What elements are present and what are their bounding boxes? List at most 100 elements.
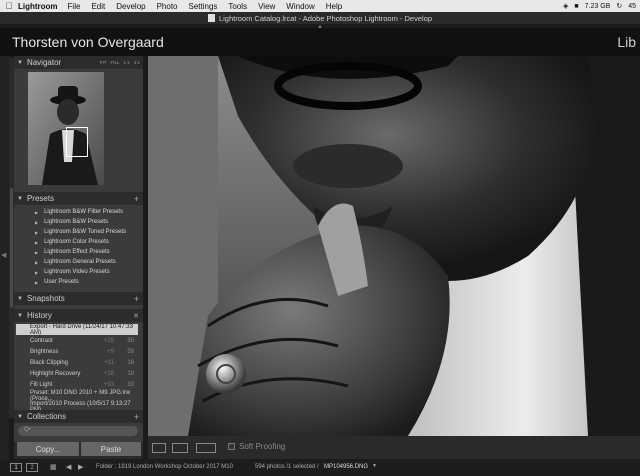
identity-name: Thorsten von Overgaard	[12, 34, 164, 50]
left-panel-edge[interactable]: ◀	[0, 56, 9, 461]
preset-folder[interactable]: ▶ Lightroom B&W Toned Presets	[19, 227, 139, 237]
menu-tools[interactable]: Tools	[228, 2, 247, 11]
preset-folder[interactable]: ▶ Lightroom B&W Filter Presets	[19, 207, 139, 217]
history-step[interactable]: Contrast +25 50	[16, 335, 138, 346]
expand-triangle-icon[interactable]: ▶	[35, 280, 38, 285]
add-preset-icon[interactable]: +	[134, 194, 139, 204]
history-step-value: 59	[127, 348, 134, 355]
preset-folder[interactable]: ▶ Lightroom Video Presets	[19, 267, 139, 277]
menu-app-name[interactable]: Lightroom	[18, 2, 58, 11]
history-step-delta: +11	[104, 359, 114, 366]
zoom-1-1[interactable]: 1:1	[123, 60, 129, 65]
photo-viewer[interactable]	[148, 56, 640, 436]
expand-triangle-icon[interactable]: ▶	[35, 270, 38, 275]
presets-header[interactable]: ▼ Presets +	[14, 192, 143, 205]
menu-file[interactable]: File	[68, 2, 81, 11]
collection-search-input[interactable]: Q•	[18, 426, 138, 436]
menu-view[interactable]: View	[258, 2, 275, 11]
clock-label[interactable]: 45	[628, 3, 636, 10]
history-step[interactable]: Brightness +9 59	[16, 346, 138, 357]
navigator-title: Navigator	[26, 58, 62, 67]
dropdown-arrow-icon[interactable]: ▼	[372, 463, 377, 469]
window-title-bar: Lightroom Catalog.lrcat - Adobe Photosho…	[0, 12, 640, 24]
soft-proofing-checkbox[interactable]	[228, 443, 235, 450]
collapse-triangle-icon[interactable]: ▼	[17, 196, 23, 202]
history-step-label: Highlight Recovery	[30, 370, 81, 377]
expand-triangle-icon[interactable]: ▶	[35, 220, 38, 225]
collapse-left-panel-icon[interactable]: ◀	[1, 251, 6, 259]
next-arrow-icon[interactable]: ▶	[78, 463, 83, 471]
expand-triangle-icon[interactable]: ▶	[35, 260, 38, 265]
menu-develop[interactable]: Develop	[116, 2, 145, 11]
history-step-delta: +33	[103, 381, 114, 388]
apple-icon[interactable]: 	[0, 1, 18, 11]
preset-folder[interactable]: ▶ Lightroom B&W Presets	[19, 217, 139, 227]
navigator-header[interactable]: ▼ Navigator FIT FILL 1:1 4:1	[14, 56, 143, 69]
loupe-view-icon[interactable]	[152, 443, 166, 453]
expand-triangle-icon[interactable]: ▶	[35, 230, 38, 235]
folder-path[interactable]: Folder : 1819 London Workshop October 20…	[96, 464, 233, 470]
search-icon: Q•	[24, 427, 31, 433]
history-step[interactable]: Preset: M10 DNG 2010 + M9 JPG.lrw (Proce…	[16, 390, 138, 402]
module-library[interactable]: Lib	[617, 34, 636, 50]
collapse-triangle-icon[interactable]: ▼	[17, 296, 23, 302]
history-step-label: Fill Light	[30, 381, 53, 388]
menu-settings[interactable]: Settings	[189, 2, 218, 11]
history-step[interactable]: Highlight Recovery +18 18	[16, 368, 138, 379]
history-step[interactable]: Export - Hard Drive (11/24/17 10:47:33 A…	[16, 323, 138, 336]
secondary-window-button[interactable]: 2	[26, 463, 38, 472]
add-collection-icon[interactable]: +	[134, 412, 139, 422]
storage-icon[interactable]: ■	[574, 3, 578, 10]
collapse-triangle-icon[interactable]: ▼	[17, 313, 23, 319]
history-step-delta: +9	[107, 348, 114, 355]
window-title: Lightroom Catalog.lrcat - Adobe Photosho…	[218, 13, 433, 23]
document-icon	[207, 14, 215, 22]
clear-history-icon[interactable]: ✕	[133, 312, 139, 320]
preset-folder[interactable]: ▶ Lightroom General Presets	[19, 257, 139, 267]
add-snapshot-icon[interactable]: +	[134, 294, 139, 304]
paste-button[interactable]: Paste	[81, 442, 141, 456]
wifi-icon[interactable]: ◈	[563, 2, 568, 10]
zoom-fill[interactable]: FILL	[110, 60, 119, 65]
collapse-triangle-icon[interactable]: ▼	[17, 414, 23, 420]
collapse-triangle-icon[interactable]: ▼	[17, 60, 23, 66]
sync-icon[interactable]: ↻	[616, 2, 622, 10]
soft-proofing-toggle[interactable]: Soft Proofing	[228, 442, 285, 451]
snapshots-header[interactable]: ▼ Snapshots +	[14, 292, 143, 305]
before-after-icon[interactable]	[172, 443, 188, 453]
history-step[interactable]: Black Clipping +11 16	[16, 357, 138, 368]
preset-folder[interactable]: ▶ User Presets	[19, 277, 139, 287]
previous-arrow-icon[interactable]: ◀	[66, 463, 71, 471]
scrollbar-thumb[interactable]	[10, 188, 13, 308]
filmstrip-bar: 1 2 ▦ ◀ ▶ Folder : 1819 London Workshop …	[0, 460, 640, 476]
navigator-view-rectangle[interactable]	[66, 127, 88, 157]
expand-triangle-icon[interactable]: ▶	[35, 250, 38, 255]
history-step[interactable]: Fill Light +33 33	[16, 379, 138, 390]
history-step-label: Export - Hard Drive (11/24/17 10:47:33 A…	[30, 323, 133, 336]
copy-button[interactable]: Copy...	[17, 442, 79, 456]
expand-triangle-icon[interactable]: ▶	[35, 210, 38, 215]
menu-window[interactable]: Window	[286, 2, 314, 11]
preset-folder-label: Lightroom B&W Presets	[44, 219, 109, 225]
menu-edit[interactable]: Edit	[91, 2, 105, 11]
preset-folder[interactable]: ▶ Lightroom Effect Presets	[19, 247, 139, 257]
history-header[interactable]: ▼ History ✕	[14, 309, 143, 322]
history-title: History	[26, 311, 52, 320]
snapshots-title: Snapshots	[26, 294, 65, 303]
presets-title: Presets	[26, 194, 55, 203]
preset-folder[interactable]: ▶ Lightroom Color Presets	[19, 237, 139, 247]
menu-help[interactable]: Help	[326, 2, 342, 11]
primary-window-button[interactable]: 1	[10, 463, 22, 472]
menu-photo[interactable]: Photo	[157, 2, 178, 11]
navigator-preview[interactable]	[28, 72, 104, 185]
history-step-delta: +25	[103, 337, 114, 344]
zoom-4-1[interactable]: 4:1	[134, 60, 140, 65]
before-after-swap-icon[interactable]	[196, 443, 216, 453]
identity-plate: Thorsten von Overgaard Lib	[0, 28, 640, 56]
collections-header[interactable]: ▼ Collections +	[14, 410, 143, 423]
selected-filename[interactable]: MP104956.DNG	[324, 464, 368, 470]
storage-label[interactable]: 7.23 GB	[585, 3, 611, 10]
expand-triangle-icon[interactable]: ▶	[35, 240, 38, 245]
grid-view-icon[interactable]: ▦	[50, 463, 57, 471]
zoom-fit[interactable]: FIT	[100, 60, 107, 65]
